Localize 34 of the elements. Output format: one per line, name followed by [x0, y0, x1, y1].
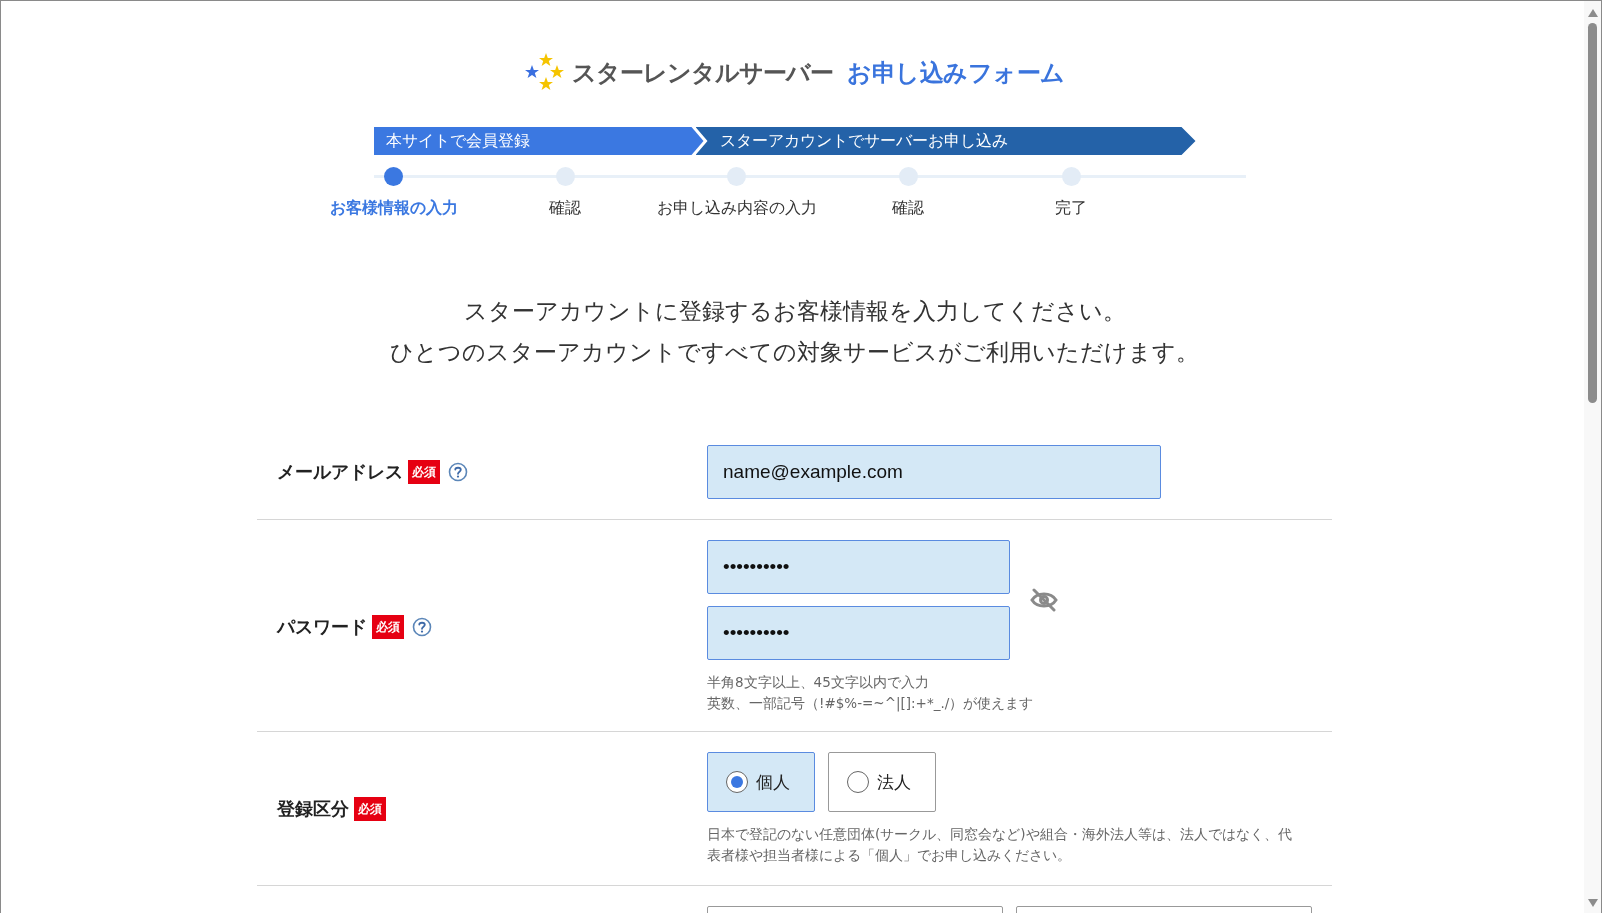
- field-label: メールアドレス: [277, 460, 403, 484]
- step-label: 完了: [1055, 198, 1087, 219]
- step-label: 確認: [549, 198, 581, 219]
- required-badge: 必須: [354, 796, 386, 821]
- intro-text: ひとつのスターアカウントですべての対象サービスがご利用いただけます。: [389, 338, 1200, 367]
- help-icon[interactable]: [448, 462, 468, 482]
- scrollbar-thumb[interactable]: [1588, 23, 1597, 403]
- field-note: 半角8文字以上、45文字以内で入力: [707, 673, 930, 692]
- field-label: 登録区分: [277, 796, 349, 821]
- step-label: 確認: [892, 198, 924, 219]
- field-note: 日本で登記のない任意団体(サークル、同窓会など)や組合・海外法人等は、法人ではなく、代表者様や担当者様による「個人」でお申し込みください。: [707, 825, 1293, 865]
- radio-option[interactable]: 個人: [707, 752, 815, 812]
- scroll-down-arrow-icon[interactable]: [1587, 899, 1598, 907]
- radio-button[interactable]: [847, 771, 869, 793]
- required-badge: 必須: [408, 460, 440, 484]
- brand-name: スターレンタルサーバー: [572, 58, 834, 89]
- password-field[interactable]: ••••••••••: [707, 540, 1010, 594]
- required-badge: 必須: [372, 614, 404, 639]
- intro-text: スターアカウントに登録するお客様情報を入力してください。: [462, 297, 1127, 326]
- field-note: 英数、一部記号（!#$%-=~^|[]:+*_./）が使えます: [707, 693, 1035, 713]
- radio-option[interactable]: 法人: [828, 752, 936, 812]
- scrollbar[interactable]: [1584, 1, 1601, 913]
- phase-banner: 本サイトで会員登録: [373, 127, 704, 155]
- phase-banner: スターアカウントでサーバーお申し込み: [695, 127, 1196, 155]
- help-icon[interactable]: [412, 616, 432, 637]
- step-label: お客様情報の入力: [329, 198, 458, 219]
- eye-slash-icon[interactable]: [1030, 588, 1058, 612]
- step-label: お申し込み内容の入力: [656, 198, 817, 219]
- password-field[interactable]: ••••••••••: [707, 606, 1010, 660]
- radio-button[interactable]: [726, 771, 748, 793]
- scroll-up-arrow-icon[interactable]: [1587, 9, 1598, 17]
- form-title: お申し込みフォーム: [847, 58, 1065, 89]
- field-label: パスワード: [277, 614, 367, 639]
- email-field[interactable]: name@example.com: [707, 445, 1161, 499]
